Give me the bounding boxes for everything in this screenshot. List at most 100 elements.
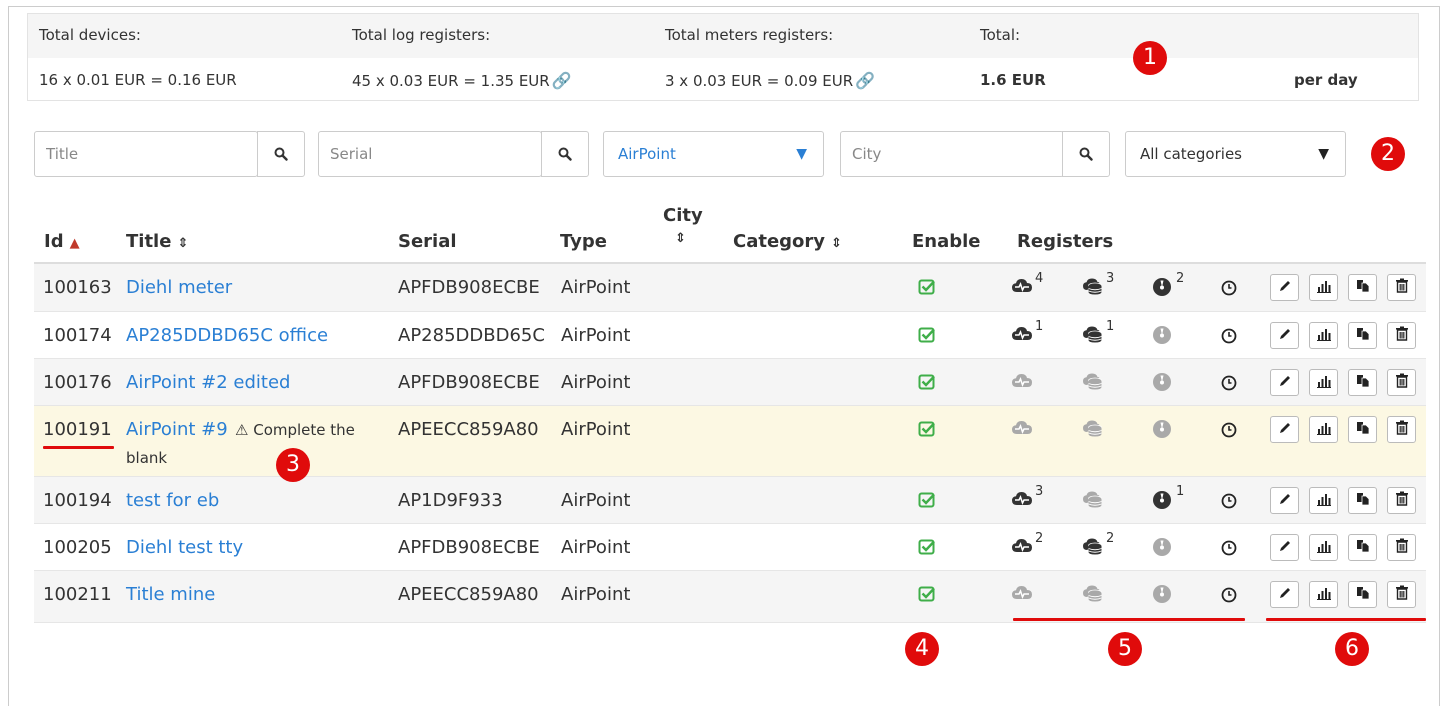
copy-button[interactable]	[1348, 581, 1377, 608]
clock-icon[interactable]	[1221, 328, 1237, 348]
link-icon[interactable]: 🔗	[855, 71, 875, 90]
meter-register-icon[interactable]	[1152, 584, 1172, 608]
stats-button[interactable]	[1309, 581, 1338, 608]
db-register-icon[interactable]	[1082, 372, 1104, 394]
city-search-button[interactable]	[1062, 131, 1110, 177]
edit-button[interactable]	[1270, 322, 1299, 349]
meter-register-icon[interactable]	[1152, 537, 1172, 561]
copy-button[interactable]	[1348, 416, 1377, 443]
device-title-link[interactable]: test for eb	[126, 490, 219, 511]
copy-icon	[1356, 586, 1370, 604]
db-register-icon[interactable]: 2	[1082, 531, 1114, 559]
city-filter-input[interactable]	[841, 132, 1063, 176]
meter-register-icon[interactable]	[1152, 372, 1172, 396]
meter-register-icon[interactable]	[1152, 325, 1172, 349]
check-square-icon[interactable]	[918, 491, 936, 513]
device-type: AirPoint	[561, 372, 631, 393]
device-title-link[interactable]: Title mine	[126, 584, 215, 605]
log-register-icon[interactable]	[1011, 419, 1033, 441]
copy-button[interactable]	[1348, 322, 1377, 349]
title-filter-input[interactable]	[35, 132, 257, 176]
edit-button[interactable]	[1270, 369, 1299, 396]
device-title-link[interactable]: AirPoint #2 edited	[126, 372, 290, 393]
serial-filter-input[interactable]	[319, 132, 541, 176]
stats-button[interactable]	[1309, 534, 1338, 561]
type-select[interactable]: AirPoint ▼	[603, 131, 824, 177]
log-register-icon[interactable]: 1	[1011, 319, 1043, 347]
stats-button[interactable]	[1309, 274, 1338, 301]
check-square-icon[interactable]	[918, 585, 936, 607]
column-header-id[interactable]: Id ▲︎	[44, 231, 80, 252]
db-register-icon[interactable]: 3	[1082, 271, 1114, 299]
serial-search-button[interactable]	[541, 131, 589, 177]
stats-button[interactable]	[1309, 369, 1338, 396]
register-count: 1	[1176, 484, 1185, 499]
clock-icon[interactable]	[1221, 493, 1237, 513]
delete-button[interactable]	[1387, 581, 1416, 608]
edit-button[interactable]	[1270, 487, 1299, 514]
stats-button[interactable]	[1309, 487, 1338, 514]
delete-button[interactable]	[1387, 369, 1416, 396]
copy-button[interactable]	[1348, 534, 1377, 561]
table-row: 100163 Diehl meter APFDB908ECBE AirPoint…	[34, 264, 1426, 312]
pencil-icon	[1278, 327, 1292, 345]
meter-register-icon[interactable]: 2	[1152, 271, 1184, 301]
delete-button[interactable]	[1387, 416, 1416, 443]
edit-button[interactable]	[1270, 416, 1299, 443]
db-register-icon[interactable]	[1082, 490, 1104, 512]
check-square-icon[interactable]	[918, 278, 936, 300]
title-search-button[interactable]	[257, 131, 305, 177]
log-registers-value: 45 x 0.03 EUR = 1.35 EUR	[352, 72, 550, 90]
copy-button[interactable]	[1348, 487, 1377, 514]
category-select[interactable]: All categories ▼	[1125, 131, 1346, 177]
log-register-icon[interactable]: 4	[1011, 271, 1043, 299]
device-type: AirPoint	[561, 537, 631, 558]
log-registers-cost: 45 x 0.03 EUR = 1.35 EUR 🔗	[352, 71, 572, 90]
db-register-icon[interactable]: 1	[1082, 319, 1114, 347]
log-register-icon[interactable]	[1011, 584, 1033, 606]
db-register-icon[interactable]	[1082, 584, 1104, 606]
category-select-value: All categories	[1140, 145, 1242, 163]
delete-button[interactable]	[1387, 534, 1416, 561]
device-id: 100194	[43, 490, 112, 511]
copy-button[interactable]	[1348, 369, 1377, 396]
check-square-icon[interactable]	[918, 373, 936, 395]
clock-icon[interactable]	[1221, 540, 1237, 560]
check-square-icon[interactable]	[918, 538, 936, 560]
table-row: 100176 AirPoint #2 edited APFDB908ECBE A…	[34, 359, 1426, 406]
device-title-link[interactable]: AP285DDBD65C office	[126, 325, 328, 346]
type-select-value: AirPoint	[618, 145, 676, 163]
log-register-icon[interactable]: 2	[1011, 531, 1043, 559]
column-header-category[interactable]: Category ⇕	[733, 231, 842, 252]
register-count: 2	[1176, 271, 1185, 286]
column-header-title[interactable]: Title ⇕	[126, 231, 188, 252]
trash-icon	[1395, 420, 1409, 439]
check-square-icon[interactable]	[918, 326, 936, 348]
db-register-icon[interactable]	[1082, 419, 1104, 441]
edit-button[interactable]	[1270, 274, 1299, 301]
edit-button[interactable]	[1270, 581, 1299, 608]
register-count: 2	[1035, 531, 1044, 546]
check-square-icon[interactable]	[918, 420, 936, 442]
clock-icon[interactable]	[1221, 422, 1237, 442]
copy-button[interactable]	[1348, 274, 1377, 301]
column-header-city[interactable]: City ⇕	[663, 205, 703, 247]
delete-button[interactable]	[1387, 274, 1416, 301]
device-title-link[interactable]: AirPoint #9	[126, 419, 228, 440]
delete-button[interactable]	[1387, 322, 1416, 349]
delete-button[interactable]	[1387, 487, 1416, 514]
edit-button[interactable]	[1270, 534, 1299, 561]
stats-button[interactable]	[1309, 416, 1338, 443]
meter-register-icon[interactable]: 1	[1152, 484, 1184, 514]
device-title-link[interactable]: Diehl test tty	[126, 537, 243, 558]
link-icon[interactable]: 🔗	[552, 71, 572, 90]
clock-icon[interactable]	[1221, 280, 1237, 300]
meter-register-icon[interactable]	[1152, 419, 1172, 443]
stats-button[interactable]	[1309, 322, 1338, 349]
log-register-icon[interactable]: 3	[1011, 484, 1043, 512]
device-title-link[interactable]: Diehl meter	[126, 277, 232, 298]
log-register-icon[interactable]	[1011, 372, 1033, 394]
clock-icon[interactable]	[1221, 375, 1237, 395]
copy-icon	[1356, 492, 1370, 510]
clock-icon[interactable]	[1221, 587, 1237, 607]
